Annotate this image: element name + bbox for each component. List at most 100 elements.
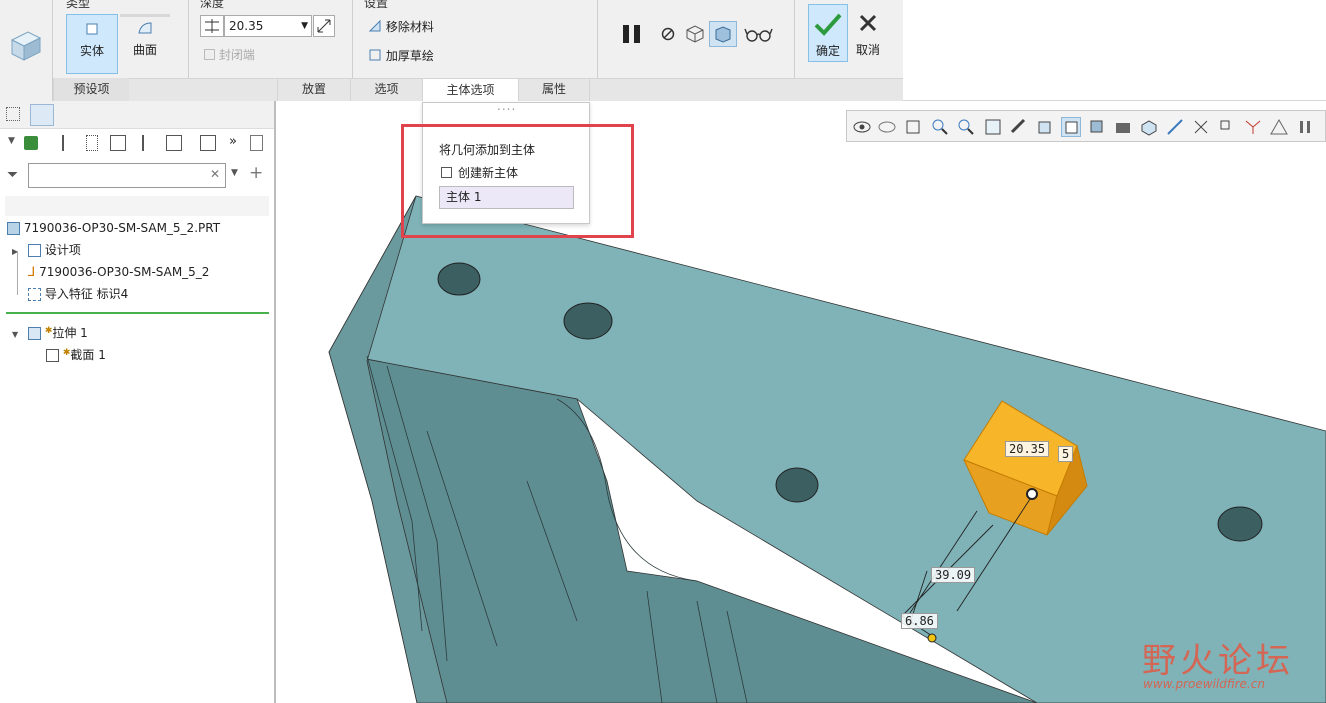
csys-display-icon[interactable] bbox=[1243, 117, 1263, 137]
tree-item-csys[interactable]: ⅃ 7190036-OP30-SM-SAM_5_2 bbox=[28, 261, 209, 283]
body-collector-field[interactable]: 主体 1 bbox=[439, 186, 574, 209]
shading-icon[interactable] bbox=[1087, 117, 1107, 137]
flip-direction-button[interactable] bbox=[313, 15, 335, 37]
reorient-icon[interactable] bbox=[1009, 117, 1029, 137]
dimension-offset[interactable]: 39.09 bbox=[931, 567, 976, 583]
view-icon[interactable] bbox=[852, 117, 872, 137]
search-input[interactable]: ✕ bbox=[28, 163, 226, 188]
hole[interactable] bbox=[1217, 506, 1263, 542]
warning-icon[interactable] bbox=[1269, 117, 1289, 137]
hole[interactable] bbox=[563, 302, 613, 340]
cancel-label: 取消 bbox=[855, 43, 880, 57]
drag-handle[interactable] bbox=[927, 633, 937, 643]
type-solid-label: 实体 bbox=[79, 44, 104, 58]
table-icon[interactable] bbox=[110, 135, 126, 151]
tree-item-label: 7190036-OP30-SM-SAM_5_2 bbox=[39, 265, 210, 279]
flip-arrow-icon bbox=[317, 19, 331, 33]
depth-input[interactable]: 20.35 ▼ bbox=[224, 15, 312, 37]
dimension-secondary[interactable]: 5 bbox=[1058, 446, 1074, 462]
drag-handle[interactable] bbox=[1026, 488, 1038, 500]
model-tree-tab-icon[interactable] bbox=[6, 107, 20, 121]
tree-filter-icon[interactable] bbox=[142, 135, 158, 151]
tree-guide-lines bbox=[17, 251, 18, 295]
remove-material-option[interactable]: 移除材料 bbox=[368, 18, 434, 35]
tree-item-extrude[interactable]: ▼ ✱拉伸 1 bbox=[12, 320, 88, 342]
add-icon[interactable]: + bbox=[249, 163, 263, 183]
create-new-body-checkbox[interactable]: 创建新主体 bbox=[441, 164, 518, 181]
more-icon[interactable]: » bbox=[229, 134, 237, 149]
type-solid-button[interactable]: 实体 bbox=[66, 14, 118, 74]
display-style-icon[interactable] bbox=[1061, 117, 1081, 137]
body-collector-value: 主体 1 bbox=[446, 190, 482, 204]
annotation-display-icon[interactable] bbox=[1191, 117, 1211, 137]
show-icon[interactable]: ▼ bbox=[8, 136, 15, 146]
create-new-body-label: 创建新主体 bbox=[458, 166, 519, 180]
insert-indicator[interactable] bbox=[6, 312, 269, 314]
coordinate-system-icon: ⅃ bbox=[28, 265, 36, 280]
spin-center-icon[interactable] bbox=[1217, 117, 1237, 137]
depth-option-button[interactable] bbox=[200, 15, 224, 37]
glasses-button[interactable] bbox=[744, 24, 774, 44]
no-preview-button[interactable] bbox=[659, 25, 677, 43]
zoom-in-icon[interactable] bbox=[930, 117, 950, 137]
pause-button[interactable] bbox=[620, 22, 644, 46]
ok-button[interactable]: 确定 bbox=[808, 4, 848, 62]
section-icon[interactable] bbox=[1139, 117, 1159, 137]
layer-tab-icon[interactable] bbox=[30, 104, 54, 126]
view-saved-icon[interactable] bbox=[877, 117, 897, 137]
tree-root[interactable]: 7190036-OP30-SM-SAM_5_2.PRT bbox=[7, 217, 220, 239]
datum-display-icon[interactable] bbox=[1165, 117, 1185, 137]
cancel-button[interactable]: 取消 bbox=[851, 4, 885, 62]
checkbox-box[interactable] bbox=[441, 167, 452, 178]
ribbon-blank-area bbox=[903, 0, 1326, 101]
part-icon bbox=[7, 222, 20, 235]
hole[interactable] bbox=[775, 467, 819, 503]
type-surface-label: 曲面 bbox=[132, 43, 157, 57]
zoom-out-icon[interactable] bbox=[956, 117, 976, 137]
collapse-arrow-icon[interactable]: ▼ bbox=[12, 330, 18, 339]
tree-item-import-feature[interactable]: 导入特征 标识4 bbox=[28, 283, 128, 305]
saved-orientations-icon[interactable] bbox=[1035, 117, 1055, 137]
chevron-down-icon[interactable]: ▼ bbox=[301, 16, 308, 36]
tab-body-options[interactable]: 主体选项 bbox=[422, 78, 518, 101]
tree-item-design-items[interactable]: ▶ 设计项 bbox=[12, 239, 81, 261]
dimension-depth[interactable]: 20.35 bbox=[1005, 441, 1050, 457]
tree-item-section[interactable]: ✱截面 1 bbox=[46, 342, 106, 364]
cap-icon bbox=[204, 49, 215, 60]
tree-toolbar: ▼ » bbox=[0, 132, 274, 156]
tab-properties[interactable]: 属性 bbox=[518, 78, 590, 101]
settings-icon[interactable] bbox=[166, 135, 182, 151]
page-icon[interactable] bbox=[250, 135, 263, 151]
tab-options[interactable]: 选项 bbox=[350, 78, 422, 101]
filter-funnel-icon[interactable]: ⏷ bbox=[7, 167, 18, 183]
clear-search-icon[interactable]: ✕ bbox=[210, 167, 220, 181]
panel-tab-bar bbox=[0, 101, 274, 129]
thicken-sketch-option[interactable]: 加厚草绘 bbox=[368, 47, 434, 64]
search-options-icon[interactable]: ▼ bbox=[231, 168, 238, 178]
pause-view-icon[interactable] bbox=[1295, 117, 1315, 137]
mesh-preview-icon bbox=[686, 25, 704, 43]
group-type-label: 类型 bbox=[66, 0, 91, 10]
perspective-icon[interactable] bbox=[1113, 117, 1133, 137]
verify-preview-button[interactable] bbox=[709, 21, 737, 47]
remove-material-label: 移除材料 bbox=[385, 20, 434, 34]
import-feature-icon bbox=[28, 288, 41, 301]
feature-filter-icon[interactable] bbox=[24, 136, 38, 150]
tab-presets[interactable]: 预设项 bbox=[53, 78, 129, 101]
dimension-small[interactable]: 6.86 bbox=[901, 613, 938, 629]
refit-icon[interactable] bbox=[903, 117, 923, 137]
type-surface-button[interactable]: 曲面 bbox=[120, 14, 170, 74]
notebook-icon[interactable] bbox=[200, 135, 216, 151]
repaint-icon[interactable] bbox=[983, 117, 1003, 137]
hole[interactable] bbox=[437, 262, 481, 296]
tab-placement[interactable]: 放置 bbox=[277, 78, 350, 101]
panel-grip[interactable]: .... bbox=[497, 99, 516, 113]
cap-ends-option: 封闭端 bbox=[204, 46, 255, 63]
tree-expand-icon[interactable] bbox=[62, 135, 78, 151]
glasses-icon bbox=[744, 28, 773, 42]
sketch-icon bbox=[46, 349, 59, 362]
remove-material-icon bbox=[368, 19, 381, 32]
tree-columns-icon[interactable] bbox=[86, 135, 98, 151]
separate-preview-button[interactable] bbox=[683, 22, 707, 46]
depth-value: 20.35 bbox=[229, 19, 264, 33]
